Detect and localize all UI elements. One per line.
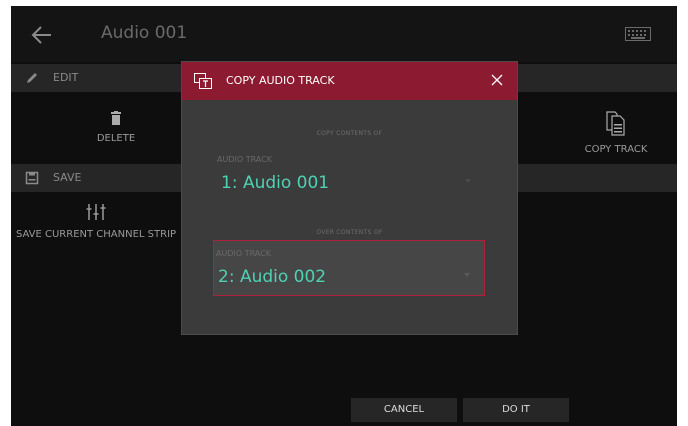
destination-track-select[interactable]: AUDIO TRACK 2: Audio 002 xyxy=(213,240,485,296)
copy-contents-caption: COPY CONTENTS OF xyxy=(316,130,383,137)
dropdown-caret-icon xyxy=(464,273,470,277)
keyboard-icon[interactable] xyxy=(625,27,651,41)
delete-button[interactable]: DELETE xyxy=(61,111,171,144)
save-channel-strip-label: SAVE CURRENT CHANNEL STRIP xyxy=(15,229,177,240)
back-arrow-icon[interactable] xyxy=(29,22,55,48)
source-track-label: AUDIO TRACK xyxy=(217,155,272,164)
trash-icon xyxy=(111,111,121,125)
copy-document-icon xyxy=(606,111,625,136)
save-channel-strip-button[interactable]: SAVE CURRENT CHANNEL STRIP xyxy=(11,203,181,240)
screen: Audio 001 EDIT DELETE COPY TRACK SAVE SA… xyxy=(11,6,677,426)
copy-track-icon xyxy=(194,73,212,89)
close-icon[interactable] xyxy=(491,74,503,86)
cancel-button[interactable]: CANCEL xyxy=(351,398,457,422)
dropdown-caret-icon xyxy=(465,179,471,183)
copy-track-button[interactable]: COPY TRACK xyxy=(561,108,671,155)
pencil-icon xyxy=(27,73,37,83)
delete-label: DELETE xyxy=(96,133,136,144)
dialog-title: COPY AUDIO TRACK xyxy=(226,74,335,87)
copy-track-label: COPY TRACK xyxy=(584,144,648,155)
destination-track-label: AUDIO TRACK xyxy=(216,249,271,258)
over-contents-caption: OVER CONTENTS OF xyxy=(316,229,383,236)
top-bar: Audio 001 xyxy=(11,6,677,62)
copy-audio-track-dialog: COPY AUDIO TRACK COPY CONTENTS OF AUDIO … xyxy=(181,61,518,335)
edit-section-label: EDIT xyxy=(53,71,79,84)
page-title: Audio 001 xyxy=(101,23,188,43)
do-it-button[interactable]: DO IT xyxy=(463,398,569,422)
destination-track-value: 2: Audio 002 xyxy=(218,267,327,287)
source-track-value: 1: Audio 001 xyxy=(221,173,330,193)
channel-strip-icon xyxy=(86,204,106,220)
save-disk-icon xyxy=(25,171,39,185)
source-track-select[interactable]: AUDIO TRACK 1: Audio 001 xyxy=(213,147,485,203)
dialog-header: COPY AUDIO TRACK xyxy=(182,62,517,100)
save-section-label: SAVE xyxy=(53,171,82,184)
